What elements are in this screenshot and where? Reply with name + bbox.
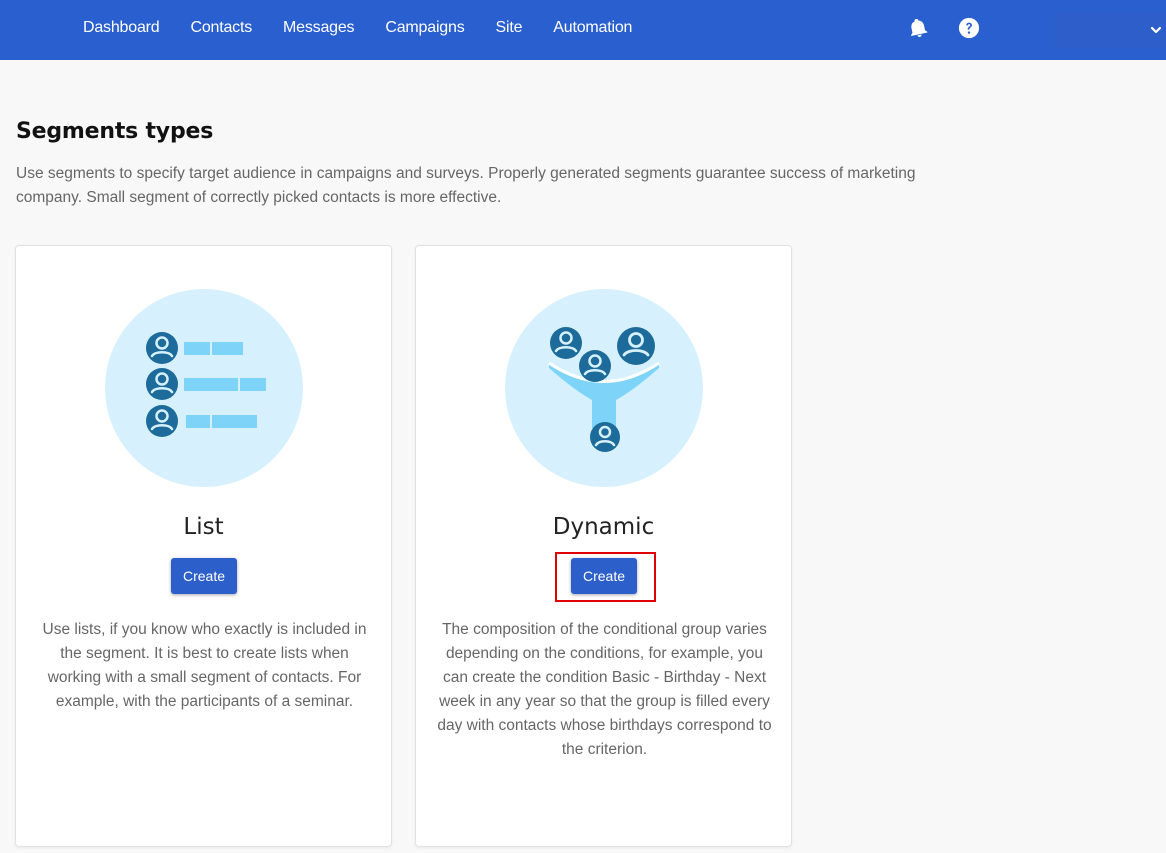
- nav-automation[interactable]: Automation: [553, 19, 632, 37]
- create-list-button[interactable]: Create: [171, 558, 237, 594]
- help-icon[interactable]: [958, 17, 980, 39]
- page-title: Segments types: [16, 119, 214, 144]
- card-description-dynamic: The composition of the conditional group…: [437, 621, 772, 758]
- segment-card-dynamic: Dynamic Create The composition of the co…: [415, 245, 792, 847]
- main-nav: Dashboard Contacts Messages Campaigns Si…: [83, 0, 632, 56]
- card-description-list: Use lists, if you know who exactly is in…: [42, 621, 367, 710]
- chevron-down-icon: [1150, 26, 1162, 34]
- segment-card-list: List Create Use lists, if you know who e…: [15, 245, 392, 847]
- nav-site[interactable]: Site: [496, 19, 523, 37]
- top-navigation-bar: Dashboard Contacts Messages Campaigns Si…: [0, 0, 1166, 60]
- bell-icon[interactable]: [907, 17, 929, 39]
- contact-funnel-icon: [505, 289, 703, 487]
- nav-messages[interactable]: Messages: [283, 19, 355, 37]
- nav-campaigns[interactable]: Campaigns: [385, 19, 464, 37]
- page-description: Use segments to specify target audience …: [16, 165, 916, 206]
- card-title-list: List: [183, 514, 224, 540]
- nav-contacts[interactable]: Contacts: [190, 19, 252, 37]
- card-title-dynamic: Dynamic: [552, 514, 655, 540]
- contact-list-icon: [105, 289, 303, 487]
- account-menu[interactable]: [1054, 12, 1166, 48]
- nav-dashboard[interactable]: Dashboard: [83, 19, 160, 37]
- create-dynamic-button[interactable]: Create: [571, 558, 637, 594]
